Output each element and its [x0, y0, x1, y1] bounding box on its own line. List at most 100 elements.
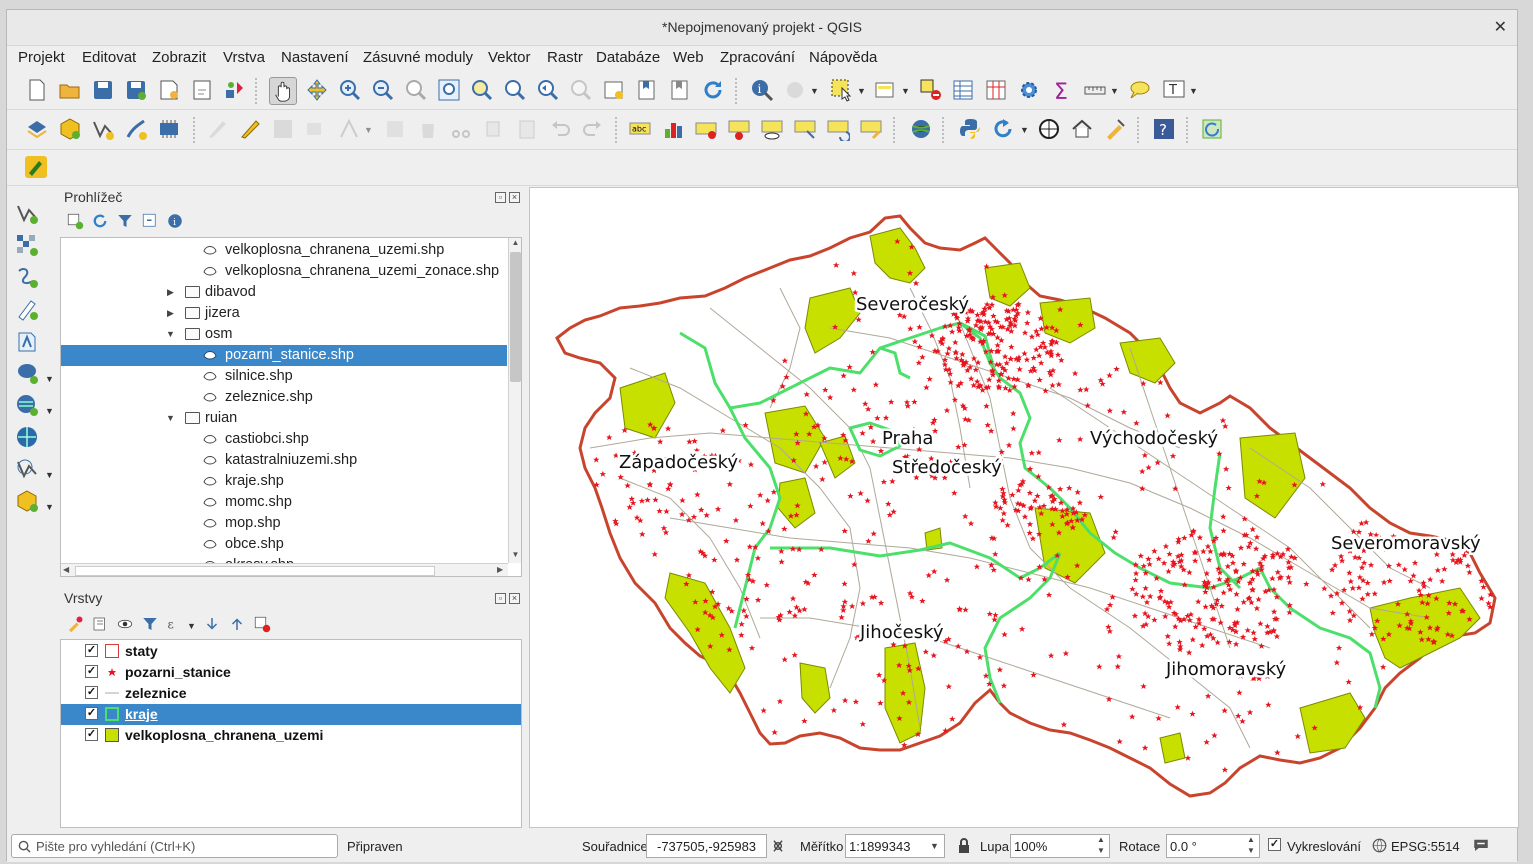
- browser-item[interactable]: silnice.shp: [61, 366, 507, 387]
- save-project-icon[interactable]: [91, 78, 115, 102]
- sync-icon[interactable]: [991, 117, 1015, 141]
- add-feature-icon[interactable]: [304, 117, 328, 141]
- delete-selected-icon[interactable]: [416, 117, 440, 141]
- add-wcs-layer-icon[interactable]: [15, 457, 39, 481]
- browser-hscrollbar[interactable]: ◀ ▶: [61, 563, 508, 576]
- add-delimited-text-icon[interactable]: [15, 297, 39, 321]
- expand-arrow-icon[interactable]: ▶: [167, 287, 174, 298]
- scroll-up-icon[interactable]: ▲: [509, 238, 521, 251]
- new-print-layout-icon[interactable]: [157, 78, 181, 102]
- rotation-spinbox[interactable]: 0.0 ° ▲ ▼: [1166, 834, 1260, 858]
- browser-item[interactable]: ▶ dibavod: [61, 282, 507, 303]
- menu-rastr[interactable]: Rastr: [547, 49, 583, 66]
- browser-item[interactable]: castiobci.shp: [61, 429, 507, 450]
- add-postgis-icon[interactable]: [15, 361, 39, 385]
- layer-labeling-icon[interactable]: abc: [628, 117, 652, 141]
- browser-item[interactable]: velkoplosna_chranena_uzemi_zonace.shp: [61, 261, 507, 282]
- add-spatialite-icon[interactable]: [15, 329, 39, 353]
- map-canvas[interactable]: Severočeský Praha Středočeský Západočesk…: [529, 187, 1519, 828]
- spin-up-icon[interactable]: ▲: [1097, 835, 1105, 844]
- spin-down-icon[interactable]: ▼: [1097, 846, 1105, 855]
- browser-item[interactable]: zeleznice.shp: [61, 387, 507, 408]
- add-wfs-layer-icon[interactable]: [15, 425, 39, 449]
- zoom-in-icon[interactable]: [338, 78, 362, 102]
- new-bookmark-icon[interactable]: [635, 78, 659, 102]
- save-edits-icon[interactable]: [271, 117, 295, 141]
- digitize-tool-icon[interactable]: [1103, 117, 1127, 141]
- magnifier-spinbox[interactable]: 100% ▲ ▼: [1010, 834, 1110, 858]
- attribute-table-icon[interactable]: [951, 78, 975, 102]
- collapse-all-icon[interactable]: [141, 212, 159, 230]
- layer-diagram-icon[interactable]: [661, 117, 685, 141]
- add-wms-layer-icon[interactable]: [15, 393, 39, 417]
- show-hide-labels-icon[interactable]: [760, 117, 784, 141]
- crs-globe-icon[interactable]: [1372, 838, 1387, 853]
- identify-features-icon[interactable]: i: [750, 78, 774, 102]
- scale-combobox[interactable]: 1:1899343 ▼: [845, 834, 945, 858]
- float-panel-icon[interactable]: ▫: [495, 192, 506, 203]
- zoom-full-icon[interactable]: [437, 78, 461, 102]
- rotate-label-icon[interactable]: [826, 117, 850, 141]
- zoom-to-layer-icon[interactable]: [503, 78, 527, 102]
- layer-visibility-checkbox[interactable]: ✓: [85, 665, 98, 678]
- new-geopackage-icon[interactable]: [58, 117, 82, 141]
- show-bookmarks-icon[interactable]: [668, 78, 692, 102]
- manage-map-themes-icon[interactable]: [116, 615, 134, 633]
- browser-vscrollbar[interactable]: ▲ ▼: [508, 238, 521, 563]
- browser-item[interactable]: kraje.shp: [61, 471, 507, 492]
- collapse-all-layers-icon[interactable]: [228, 615, 246, 633]
- coordinate-capture-icon[interactable]: [909, 117, 933, 141]
- layer-row[interactable]: ✓ staty: [61, 641, 521, 662]
- new-project-icon[interactable]: [25, 78, 49, 102]
- float-panel-icon[interactable]: ▫: [495, 593, 506, 604]
- layer-row[interactable]: ✓ velkoplosna_chranena_uzemi: [61, 725, 521, 746]
- browser-item[interactable]: katastralniuzemi.shp: [61, 450, 507, 471]
- hscroll-thumb[interactable]: [75, 566, 435, 576]
- layer-visibility-checkbox[interactable]: ✓: [85, 686, 98, 699]
- close-panel-icon[interactable]: ×: [509, 593, 520, 604]
- menu-projekt[interactable]: Projekt: [18, 49, 65, 66]
- scroll-thumb[interactable]: [510, 252, 521, 382]
- layer-visibility-checkbox[interactable]: ✓: [85, 707, 98, 720]
- layer-row-selected[interactable]: ✓ kraje: [61, 704, 521, 725]
- layer-visibility-checkbox[interactable]: ✓: [85, 644, 98, 657]
- home-icon[interactable]: [1070, 117, 1094, 141]
- data-source-manager-icon[interactable]: [25, 117, 49, 141]
- deselect-icon[interactable]: [919, 78, 943, 102]
- spin-up-icon[interactable]: ▲: [1247, 835, 1255, 844]
- scroll-right-icon[interactable]: ▶: [497, 565, 503, 574]
- vertex-tool-icon[interactable]: [337, 117, 361, 141]
- add-mesh-layer-icon[interactable]: [15, 265, 39, 289]
- browser-item[interactable]: mop.shp: [61, 513, 507, 534]
- browser-item-selected[interactable]: pozarni_stanice.shp: [61, 345, 507, 366]
- spin-down-icon[interactable]: ▼: [1247, 846, 1255, 855]
- browser-item[interactable]: ▼ osm: [61, 324, 507, 345]
- current-edits-icon[interactable]: [205, 117, 229, 141]
- redo-icon[interactable]: [581, 117, 605, 141]
- modify-attributes-icon[interactable]: [383, 117, 407, 141]
- new-map-view-icon[interactable]: [602, 78, 626, 102]
- layer-visibility-checkbox[interactable]: ✓: [85, 728, 98, 741]
- measure-icon[interactable]: [1083, 78, 1107, 102]
- refresh-browser-icon[interactable]: [91, 212, 109, 230]
- paste-features-icon[interactable]: [515, 117, 539, 141]
- python-console-icon[interactable]: [958, 117, 982, 141]
- text-annotation-icon[interactable]: T: [1162, 78, 1186, 102]
- toggle-editing-icon[interactable]: [238, 117, 262, 141]
- plugin-compass-icon[interactable]: [1037, 117, 1061, 141]
- open-project-icon[interactable]: [58, 78, 82, 102]
- collapse-arrow-icon[interactable]: ▼: [166, 329, 175, 339]
- change-label-icon[interactable]: [859, 117, 883, 141]
- toggle-extents-icon[interactable]: [770, 838, 786, 854]
- select-features-icon[interactable]: [830, 78, 854, 102]
- close-window-icon[interactable]: ✕: [1494, 17, 1507, 37]
- layer-row[interactable]: ✓ pozarni_stanice: [61, 662, 521, 683]
- refresh-icon[interactable]: [701, 78, 725, 102]
- zoom-to-selection-icon[interactable]: [470, 78, 494, 102]
- new-virtual-layer-icon[interactable]: [157, 117, 181, 141]
- move-label-icon[interactable]: [793, 117, 817, 141]
- field-calculator-icon[interactable]: [984, 78, 1008, 102]
- menu-web[interactable]: Web: [673, 49, 704, 66]
- render-checkbox[interactable]: ✓: [1268, 838, 1281, 851]
- pan-to-selection-icon[interactable]: [305, 78, 329, 102]
